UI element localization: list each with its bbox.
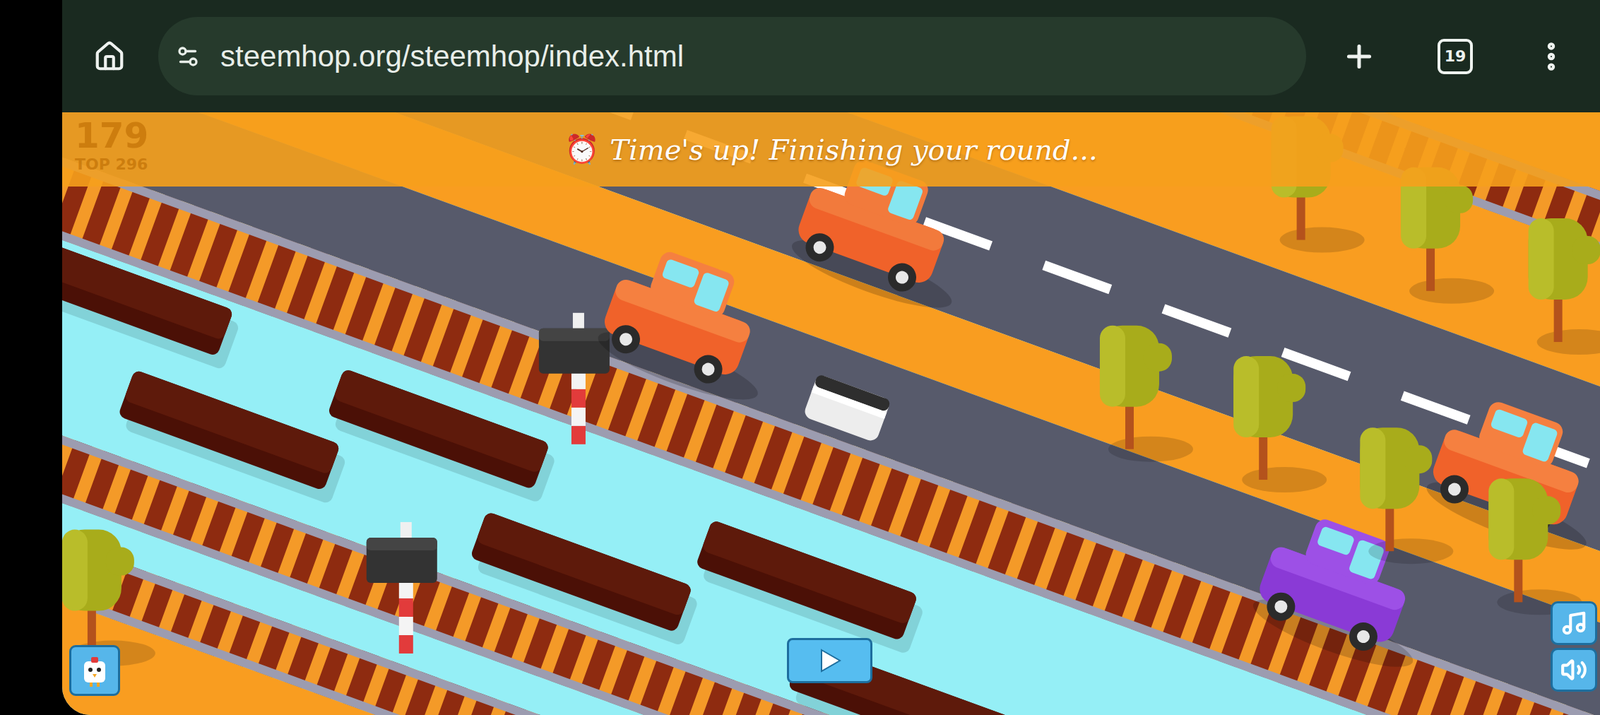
top-score: TOP 296	[74, 155, 149, 174]
music-button[interactable]	[1550, 601, 1598, 645]
speaker-icon	[1560, 656, 1588, 684]
grass-lane	[62, 181, 1600, 715]
screen: steemhop.org/steemhop/index.html 19 ⏰ Time'…	[0, 0, 1600, 715]
chicken-icon	[76, 652, 113, 689]
railway	[62, 128, 1600, 715]
audio-controls	[1550, 601, 1598, 692]
home-button[interactable]	[84, 31, 135, 82]
game-canvas[interactable]	[62, 112, 1600, 715]
home-icon	[93, 40, 126, 73]
tree	[1400, 167, 1495, 304]
sound-button[interactable]	[1550, 647, 1598, 692]
score-panel: 179TOP 296	[72, 115, 152, 176]
log	[691, 519, 928, 655]
site-settings-icon[interactable]	[175, 43, 201, 70]
player-chicken	[802, 373, 891, 443]
log	[62, 235, 244, 371]
tree	[1359, 427, 1454, 564]
log	[323, 368, 560, 503]
new-tab-button[interactable]	[1334, 31, 1384, 82]
car	[1420, 388, 1600, 563]
time-up-banner: ⏰ Time's up! Finishing your round...	[62, 112, 1600, 187]
play-icon	[818, 648, 842, 673]
score: 179	[74, 116, 149, 156]
tab-count-button[interactable]: 19	[1437, 38, 1473, 75]
tree	[1528, 218, 1600, 355]
tree	[1233, 356, 1327, 493]
water-lane	[62, 112, 1600, 715]
car	[1246, 505, 1449, 680]
banner-message: Time's up! Finishing your round...	[609, 133, 1098, 167]
address-bar[interactable]: steemhop.org/steemhop/index.html	[158, 16, 1307, 96]
url-text: steemhop.org/steemhop/index.html	[220, 39, 684, 74]
browser: steemhop.org/steemhop/index.html 19 ⏰ Time'…	[62, 0, 1600, 715]
car	[591, 238, 794, 413]
railway-signal	[366, 522, 438, 654]
game-area: ⏰ Time's up! Finishing your round... 179TO…	[62, 112, 1600, 715]
more-icon	[1533, 38, 1569, 75]
tree	[1099, 325, 1194, 462]
screen-edge	[0, 0, 63, 715]
log	[114, 369, 351, 505]
play-button[interactable]	[786, 637, 873, 684]
lane-divider	[62, 112, 1600, 715]
tree	[1488, 478, 1582, 615]
log	[466, 511, 703, 647]
plus-icon	[1341, 38, 1377, 75]
character-button[interactable]	[69, 644, 121, 696]
music-icon	[1560, 609, 1588, 637]
menu-button[interactable]	[1526, 31, 1576, 82]
railway-signal	[538, 312, 610, 445]
browser-toolbar: steemhop.org/steemhop/index.html 19	[62, 0, 1600, 113]
alarm-clock-icon: ⏰	[564, 132, 600, 167]
toolbar-actions: 19	[1334, 31, 1576, 82]
